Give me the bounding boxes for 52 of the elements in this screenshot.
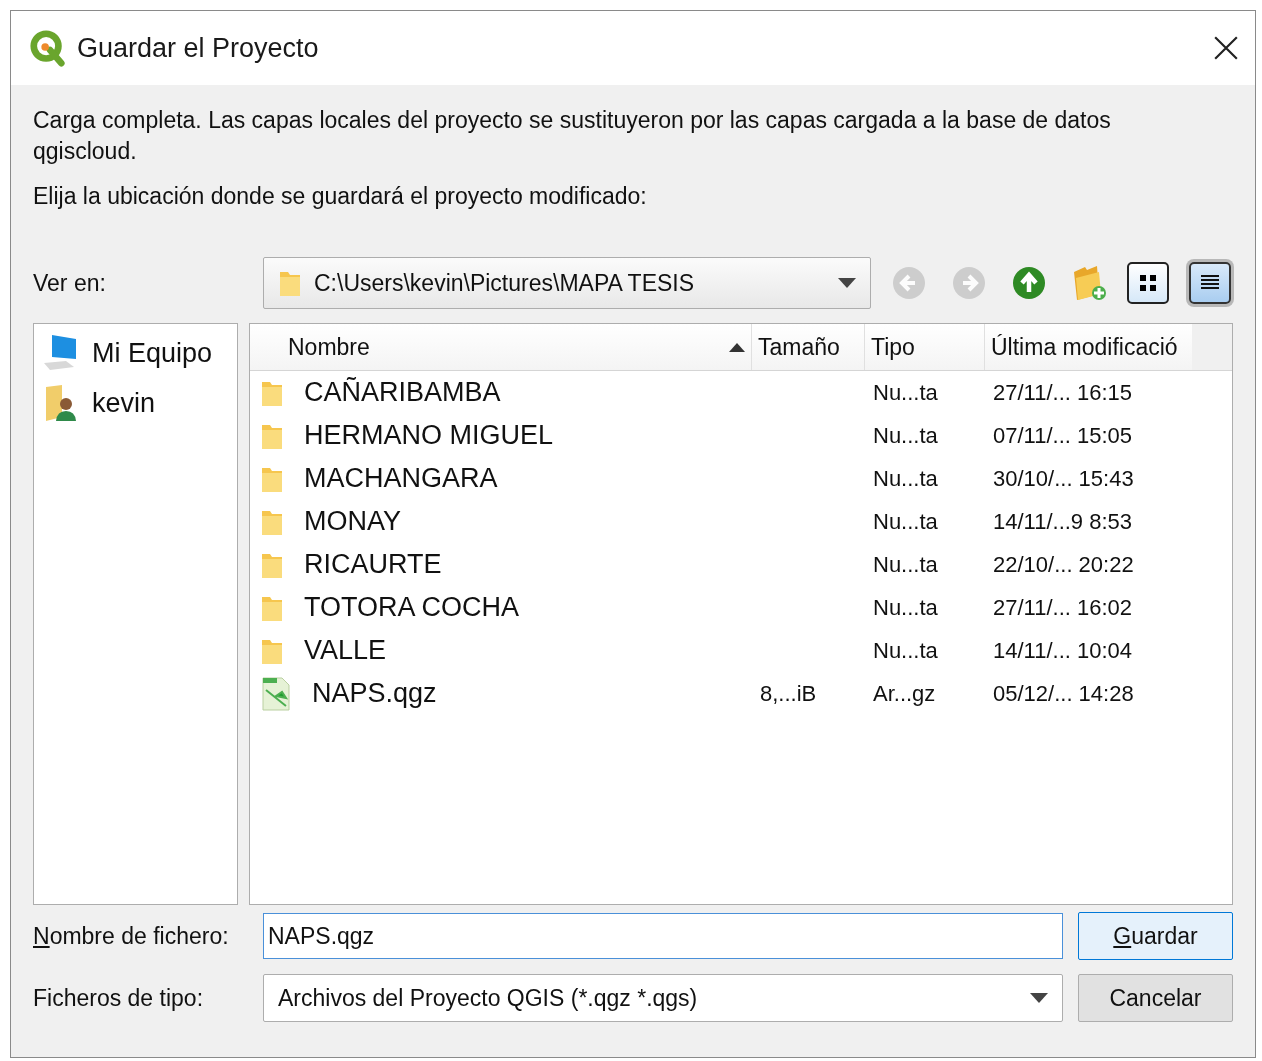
cancel-button[interactable]: Cancelar: [1078, 974, 1233, 1022]
file-size: 8,...iB: [760, 680, 817, 707]
file-type-label: Ficheros de tipo:: [33, 984, 205, 1012]
modified-date: 14/11/... 10:04: [993, 637, 1133, 664]
modified-date: 22/10/... 20:22: [993, 551, 1134, 578]
file-name[interactable]: MACHANGARA: [304, 463, 498, 494]
file-type: Nu...ta: [873, 465, 938, 492]
look-in-label: Ver en:: [33, 269, 107, 297]
empty-header-area: [1192, 324, 1232, 370]
list-view-button[interactable]: [1127, 262, 1169, 304]
save-button[interactable]: Guardar: [1078, 912, 1233, 960]
file-type: Ar...gz: [873, 680, 936, 707]
caret-icon: [838, 278, 856, 288]
file-name-label: Nombre de fichero:: [33, 922, 230, 950]
sidebar-item[interactable]: kevin: [92, 387, 156, 419]
file-name[interactable]: MONAY: [304, 506, 401, 537]
file-name[interactable]: NAPS.qgz: [312, 678, 437, 709]
column-header[interactable]: Nombre: [250, 324, 752, 370]
file-name[interactable]: HERMANO MIGUEL: [304, 420, 554, 451]
file-type: Nu...ta: [873, 379, 938, 406]
file-type: Nu...ta: [873, 551, 938, 578]
modified-date: 05/12/... 14:28: [993, 680, 1134, 707]
file-name[interactable]: TOTORA COCHA: [304, 592, 520, 623]
close-icon[interactable]: [1213, 35, 1239, 61]
sidebar-item[interactable]: Mi Equipo: [92, 337, 213, 369]
detail-view-button[interactable]: [1189, 262, 1231, 304]
grid-icon: [1138, 273, 1158, 293]
location-dropdown[interactable]: C:\Users\kevin\Pictures\MAPA TESIS: [263, 257, 871, 309]
message-text: Elija la ubicación donde se guardará el proyecto modificado:: [33, 182, 648, 211]
modified-date: 14/11/...9 8:53: [993, 508, 1133, 535]
file-type: Nu...ta: [873, 508, 938, 535]
caret-icon: [1030, 993, 1048, 1003]
modified-date: 27/11/... 16:15: [993, 379, 1133, 406]
file-type-dropdown[interactable]: Archivos del Proyecto QGIS (*.qgz *.qgs): [263, 974, 1063, 1022]
new-folder-icon[interactable]: [1071, 264, 1107, 302]
file-type: Nu...ta: [873, 422, 938, 449]
window-title: Guardar el Proyecto: [77, 32, 320, 64]
message-text: Carga completa. Las capas locales del proyecto se sustituyeron por las capas cargada a la base de datos qgiscloud.: [33, 106, 1112, 166]
project-file-icon: [260, 675, 292, 712]
column-header[interactable]: Tamaño: [752, 324, 865, 370]
file-type: Nu...ta: [873, 594, 938, 621]
file-type: Nu...ta: [873, 637, 938, 664]
modified-date: 30/10/... 15:43: [993, 465, 1134, 492]
file-name[interactable]: CAÑARIBAMBA: [304, 377, 501, 408]
file-name[interactable]: VALLE: [304, 635, 387, 666]
sort-ascending-icon: [729, 342, 745, 352]
modified-date: 07/11/... 15:05: [993, 422, 1133, 449]
column-header[interactable]: Tipo: [865, 324, 985, 370]
file-name-field[interactable]: NAPS.qgz: [263, 913, 1063, 959]
file-name[interactable]: RICAURTE: [304, 549, 442, 580]
modified-date: 27/11/... 16:02: [993, 594, 1133, 621]
q-logo-icon: [29, 29, 67, 67]
